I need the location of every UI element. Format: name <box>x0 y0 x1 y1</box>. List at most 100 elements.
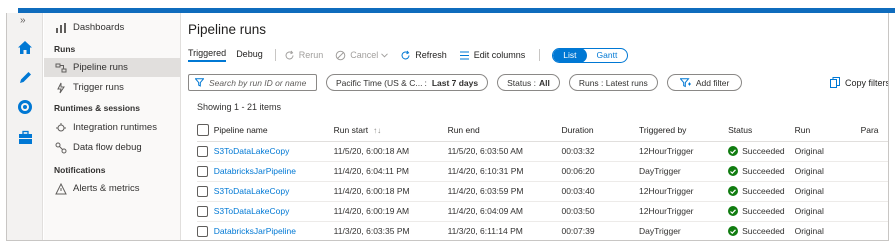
runs-filter[interactable]: Runs : Latest runs <box>568 74 658 91</box>
nav-item-data-flow-debug[interactable]: Data flow debug <box>44 138 181 157</box>
nav-item-label: Data flow debug <box>73 142 142 153</box>
run-end-cell: 11/4/20, 6:10:31 PM <box>447 161 562 182</box>
table-row[interactable]: S3ToDataLakeCopy 11/4/20, 6:00:19 AM 11/4/… <box>197 201 888 222</box>
nav-item-label: Integration runtimes <box>73 122 157 133</box>
monitor-icon[interactable] <box>16 98 34 116</box>
home-icon[interactable] <box>16 38 34 56</box>
col-pipeline-name[interactable]: Pipeline name <box>213 119 334 142</box>
integration-runtime-icon <box>54 121 67 134</box>
nav-group-runs: Runs <box>54 44 76 54</box>
duration-cell: 00:06:20 <box>561 161 640 182</box>
row-checkbox[interactable] <box>197 145 208 157</box>
alert-icon <box>54 182 67 195</box>
toolbar: Triggered Debug Rerun Cancel Refresh Edi… <box>188 47 629 63</box>
nav-item-trigger-runs[interactable]: Trigger runs <box>44 78 181 97</box>
row-checkbox[interactable] <box>197 225 208 237</box>
run-start-cell: 11/4/20, 6:00:19 AM <box>333 201 448 222</box>
status-label: Succeeded <box>742 206 785 216</box>
monitor-nav: Dashboards Runs Pipeline runs Trigger ru… <box>44 13 181 240</box>
rerun-button[interactable]: Rerun <box>284 50 323 61</box>
col-run-end[interactable]: Run end <box>447 119 562 142</box>
add-filter-button[interactable]: Add filter <box>666 74 743 91</box>
col-run-start[interactable]: Run start ↑↓ <box>333 119 448 142</box>
row-checkbox[interactable] <box>197 185 208 197</box>
row-checkbox[interactable] <box>197 165 208 177</box>
search-input[interactable]: Search by run ID or name <box>188 74 317 91</box>
run-end-cell: 11/4/20, 6:04:09 AM <box>447 201 562 222</box>
parameters-cell <box>860 201 888 222</box>
cancel-icon <box>335 50 346 61</box>
triggered-by-cell: DayTrigger <box>639 161 729 182</box>
copy-filters-button[interactable]: Copy filters <box>829 77 889 88</box>
table-row[interactable]: S3ToDataLakeCopy 11/4/20, 6:00:18 PM 11/4/… <box>197 181 888 202</box>
status-cell: Succeeded <box>728 181 795 202</box>
toolbar-divider <box>274 49 276 61</box>
refresh-icon <box>400 50 411 61</box>
select-all-checkbox[interactable] <box>197 123 209 136</box>
table-row[interactable]: DatabricksJarPipeline 11/4/20, 6:04:11 PM… <box>197 161 888 182</box>
colon-separator: : <box>424 77 427 88</box>
nav-item-pipeline-runs[interactable]: Pipeline runs <box>44 58 181 77</box>
time-range-filter[interactable]: Pacific Time (US & C... : Last 7 days <box>326 74 489 91</box>
filter-bar: Search by run ID or name Pacific Time (U… <box>188 74 743 91</box>
pipeline-name-link[interactable]: S3ToDataLakeCopy <box>214 206 290 216</box>
pipeline-name-link[interactable]: DatabricksJarPipeline <box>214 166 296 176</box>
run-start-cell: 11/3/20, 6:03:35 PM <box>333 221 448 240</box>
row-checkbox[interactable] <box>197 205 208 217</box>
edit-columns-label: Edit columns <box>473 50 526 60</box>
search-placeholder: Search by run ID or name <box>209 77 307 88</box>
duration-cell: 00:03:40 <box>561 181 640 202</box>
success-check-icon <box>728 186 739 196</box>
success-check-icon <box>728 206 739 216</box>
row-select-cell <box>197 141 214 162</box>
copy-icon <box>829 77 840 88</box>
tab-debug[interactable]: Debug <box>236 49 263 61</box>
pipeline-runs-table: Pipeline name Run start ↑↓ Run end Durati… <box>197 119 888 240</box>
view-gantt-button[interactable]: Gantt <box>587 49 628 62</box>
pipeline-name-link[interactable]: DatabricksJarPipeline <box>214 226 296 236</box>
select-all-cell <box>197 119 214 142</box>
runs-filter-label: Runs : Latest runs <box>578 77 648 88</box>
filter-funnel-icon <box>195 78 204 87</box>
pipeline-name-link[interactable]: S3ToDataLakeCopy <box>214 186 290 196</box>
refresh-button[interactable]: Refresh <box>400 50 447 61</box>
tab-triggered[interactable]: Triggered <box>188 48 227 62</box>
col-duration[interactable]: Duration <box>561 119 640 142</box>
nav-item-dashboards[interactable]: Dashboards <box>44 18 181 37</box>
status-cell: Succeeded <box>728 161 795 182</box>
view-list-button[interactable]: List <box>553 48 587 62</box>
col-run[interactable]: Run <box>794 119 861 142</box>
col-parameters[interactable]: Para <box>860 119 888 142</box>
status-cell: Succeeded <box>728 221 795 240</box>
cancel-button[interactable]: Cancel <box>335 50 389 61</box>
col-status[interactable]: Status <box>728 119 795 142</box>
table-row[interactable]: DatabricksJarPipeline 11/3/20, 6:03:35 PM… <box>197 221 888 240</box>
icon-rail: » <box>7 13 43 240</box>
row-select-cell <box>197 221 214 240</box>
status-cell: Succeeded <box>728 201 795 222</box>
pipeline-name-link[interactable]: S3ToDataLakeCopy <box>214 146 290 156</box>
table-row[interactable]: S3ToDataLakeCopy 11/5/20, 6:00:18 AM 11/5/… <box>197 141 888 162</box>
author-pencil-icon[interactable] <box>16 68 34 86</box>
nav-item-integration-runtimes[interactable]: Integration runtimes <box>44 118 181 137</box>
status-filter-label: Status : <box>507 77 536 88</box>
copy-filters-label: Copy filters <box>844 77 889 88</box>
status-label: Succeeded <box>742 186 785 196</box>
run-type-cell: Original <box>794 221 861 240</box>
item-count: Showing 1 - 21 items <box>197 102 282 112</box>
cancel-label: Cancel <box>350 50 379 60</box>
view-toggle: List Gantt <box>552 47 629 63</box>
col-triggered-by[interactable]: Triggered by <box>639 119 729 142</box>
status-cell: Succeeded <box>728 141 795 162</box>
manage-toolbox-icon[interactable] <box>16 128 34 146</box>
collapse-rail-button[interactable]: » <box>20 15 26 26</box>
status-filter[interactable]: Status : All <box>497 74 560 91</box>
status-label: Succeeded <box>742 146 785 156</box>
run-start-cell: 11/4/20, 6:04:11 PM <box>333 161 448 182</box>
edit-columns-button[interactable]: Edit columns <box>459 50 526 60</box>
nav-item-alerts-metrics[interactable]: Alerts & metrics <box>44 179 181 198</box>
triggered-by-cell: 12HourTrigger <box>639 181 729 202</box>
dashboard-icon <box>54 21 67 34</box>
row-select-cell <box>197 181 214 202</box>
parameters-cell <box>860 141 888 162</box>
